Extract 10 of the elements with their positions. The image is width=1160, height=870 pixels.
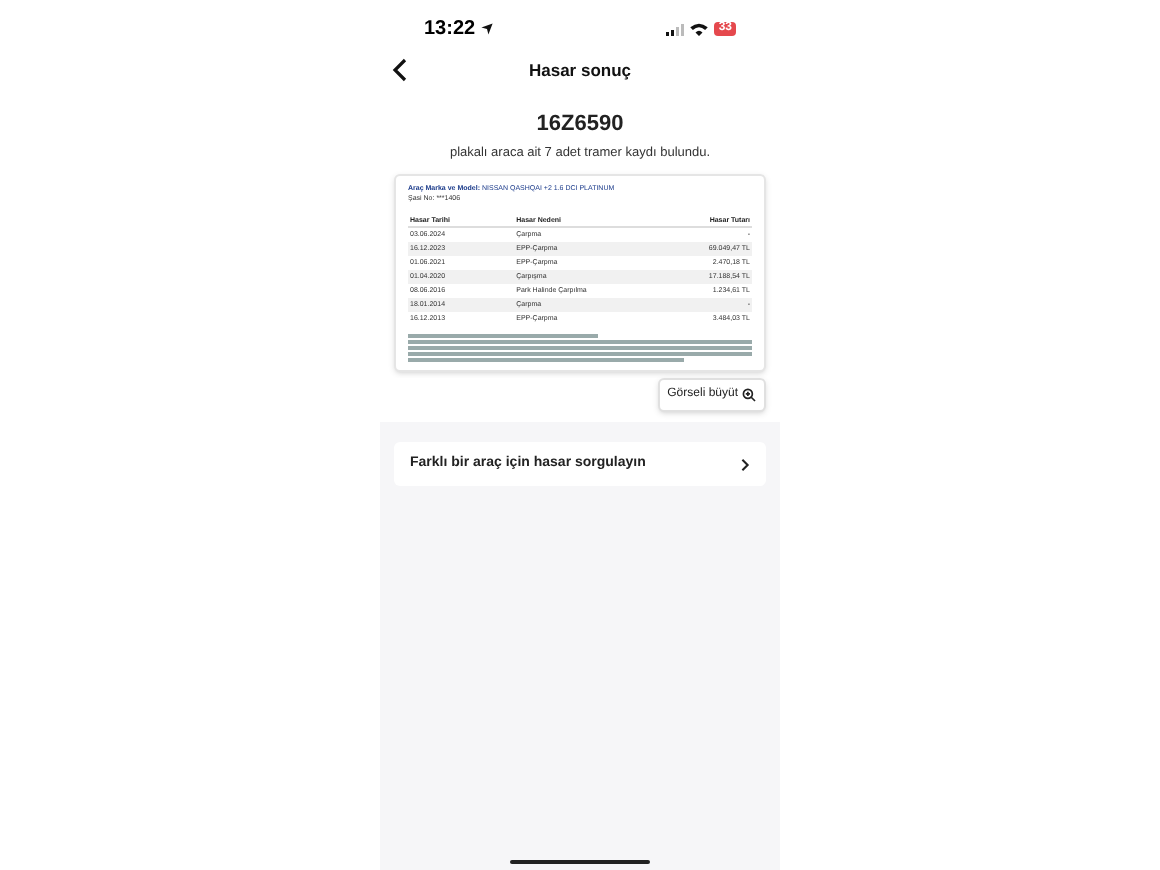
chevron-right-icon: [740, 457, 750, 471]
back-icon[interactable]: [392, 58, 408, 82]
page-title: Hasar sonuç: [528, 57, 632, 83]
wifi-icon: [690, 22, 709, 36]
plate-number: 16Z6590: [536, 110, 624, 140]
zoom-in-icon: [742, 387, 756, 402]
signal-icon: [666, 23, 685, 35]
location-arrow-icon: [479, 22, 494, 36]
home-indicator[interactable]: [510, 859, 650, 864]
status-time: 13:22: [424, 16, 476, 44]
